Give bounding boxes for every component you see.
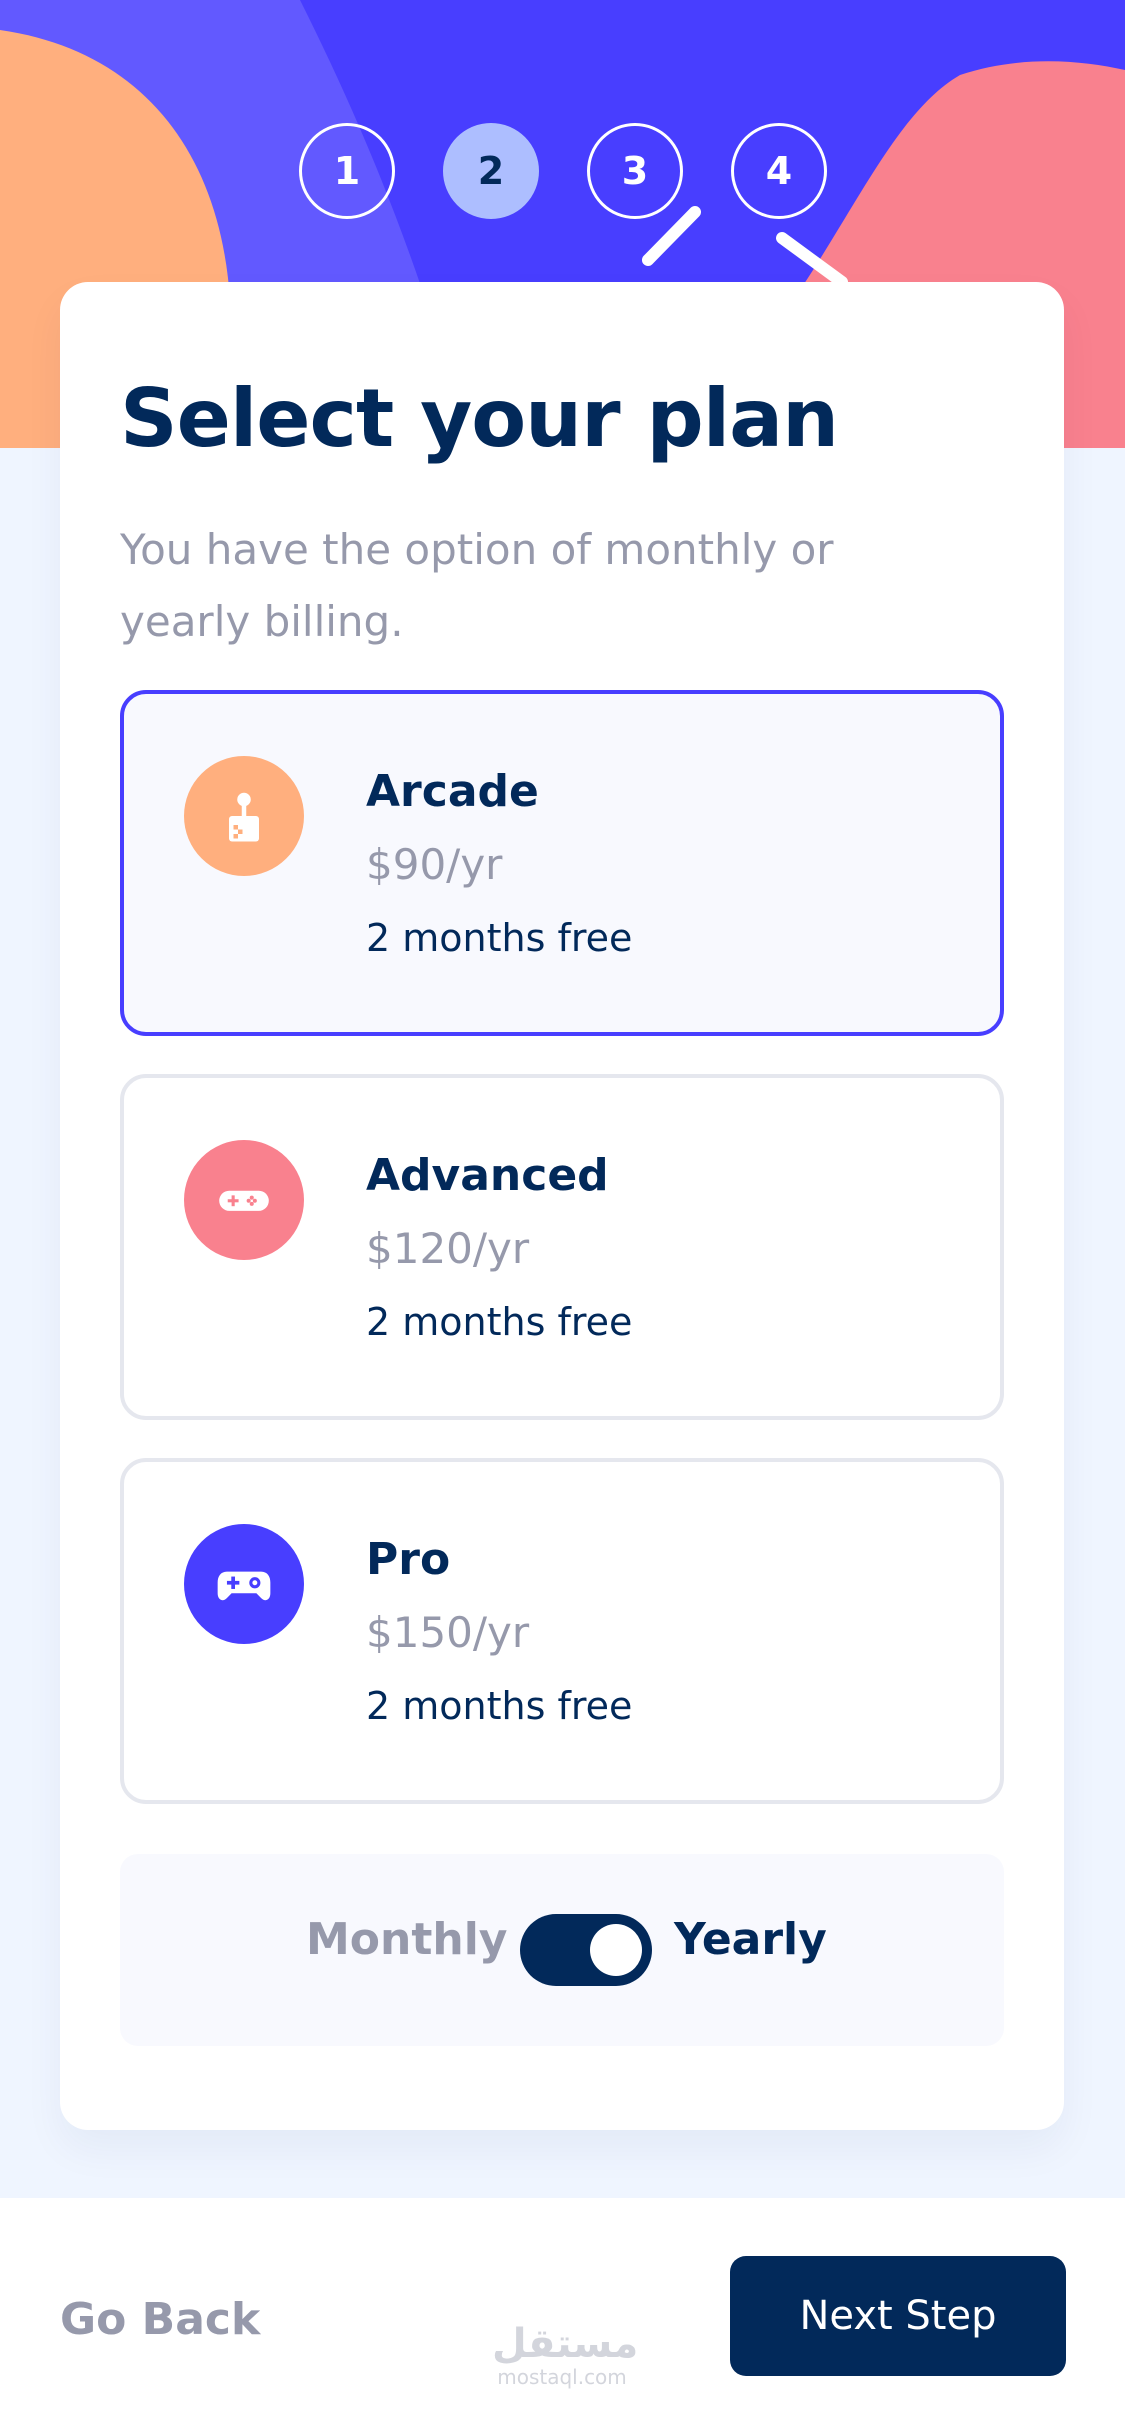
plan-price: $120/yr: [366, 1224, 530, 1273]
watermark-latin: mostaql.com: [497, 2365, 627, 2389]
step-indicators: 1 2 3 4: [0, 123, 1125, 219]
page-subtitle: You have the option of monthly or yearly…: [120, 525, 834, 646]
toggle-knob: [590, 1924, 642, 1976]
plan-promo: 2 months free: [366, 916, 633, 960]
plan-price: $150/yr: [366, 1608, 530, 1657]
billing-toggle-panel: Monthly Yearly: [120, 1854, 1004, 2046]
billing-monthly-label[interactable]: Monthly: [306, 1914, 507, 1965]
plan-name: Arcade: [366, 766, 539, 817]
plan-promo: 2 months free: [366, 1684, 633, 1728]
plan-option-pro[interactable]: Pro $150/yr 2 months free: [120, 1458, 1004, 1804]
arcade-icon: [184, 756, 304, 876]
billing-toggle[interactable]: [520, 1914, 652, 1986]
plan-option-arcade[interactable]: Arcade $90/yr 2 months free: [120, 690, 1004, 1036]
step-2[interactable]: 2: [443, 123, 539, 219]
page-title: Select your plan: [120, 372, 839, 465]
watermark-arabic: مستقل: [492, 2321, 639, 2367]
gamepad-icon: [184, 1140, 304, 1260]
plan-price: $90/yr: [366, 840, 503, 889]
plan-name: Advanced: [366, 1150, 609, 1201]
step-4[interactable]: 4: [731, 123, 827, 219]
controller-icon: [184, 1524, 304, 1644]
next-step-button[interactable]: Next Step: [730, 2256, 1066, 2376]
plan-card: Select your plan You have the option of …: [60, 282, 1064, 2130]
go-back-button[interactable]: Go Back: [60, 2294, 260, 2345]
watermark-logo: مستقل mostaql.com: [492, 2321, 639, 2389]
step-1[interactable]: 1: [299, 123, 395, 219]
billing-yearly-label[interactable]: Yearly: [674, 1914, 827, 1965]
plan-option-advanced[interactable]: Advanced $120/yr 2 months free: [120, 1074, 1004, 1420]
step-3[interactable]: 3: [587, 123, 683, 219]
plan-name: Pro: [366, 1534, 451, 1585]
plan-promo: 2 months free: [366, 1300, 633, 1344]
footer-bar: Go Back مستقل mostaql.com Next Step: [0, 2198, 1125, 2435]
